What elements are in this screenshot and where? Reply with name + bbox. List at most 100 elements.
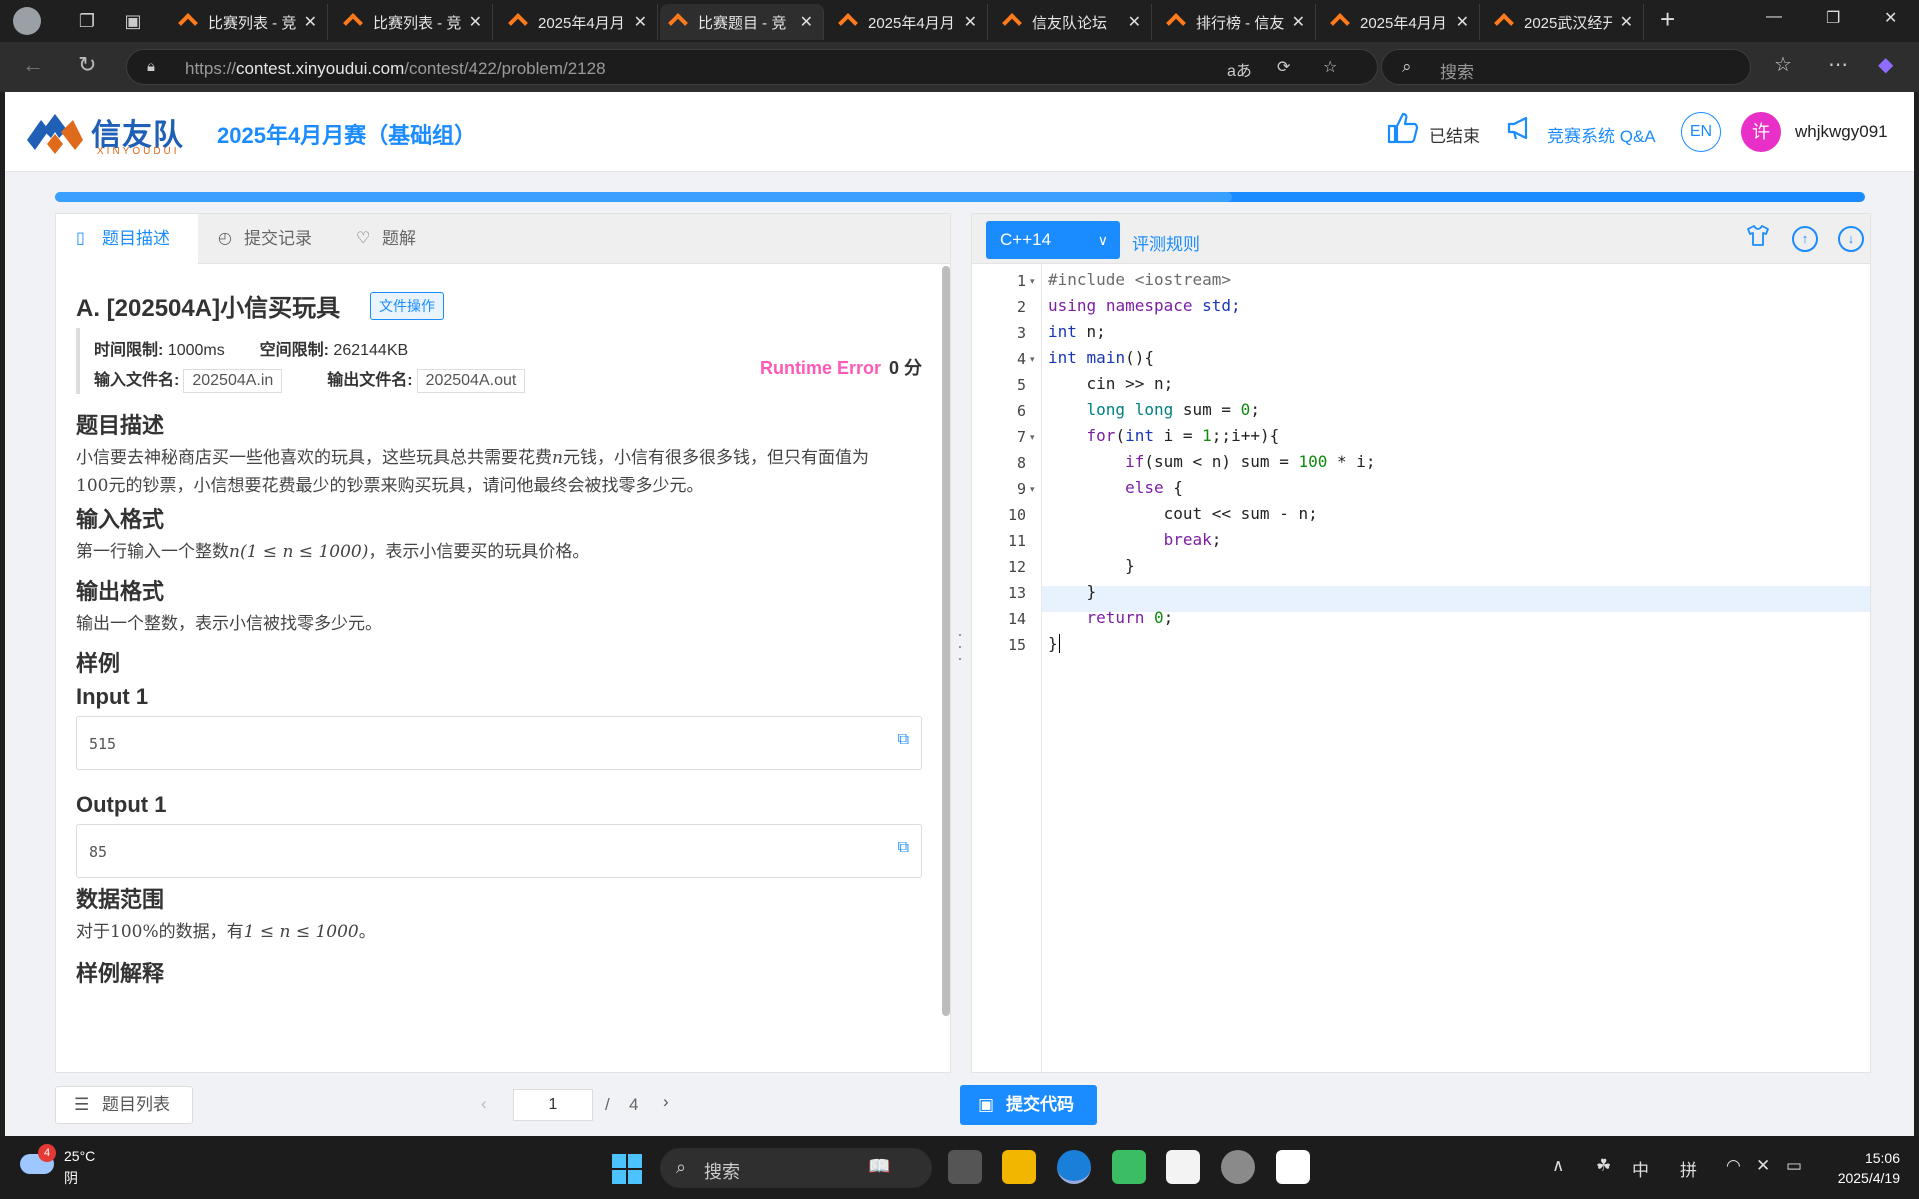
logo-mark-icon xyxy=(27,114,83,154)
input-format-text: 第一行输入一个整数n(1 ≤ n ≤ 1000)，表示小信要买的玩具价格。 xyxy=(76,542,590,562)
submission-result[interactable]: Runtime Error 0 分 xyxy=(760,354,922,380)
browser-tab[interactable]: 2025年4月月 ✕ xyxy=(1322,4,1480,40)
line-number: 9 xyxy=(1016,480,1026,498)
more-menu-icon[interactable]: ⋯ xyxy=(1828,52,1848,77)
browser-tab[interactable]: 比赛列表 - 竞 ✕ xyxy=(335,4,493,40)
refresh-icon[interactable]: ↻ xyxy=(78,52,96,78)
problem-title: A. [202504A]小信买玩具 xyxy=(76,295,341,322)
code-area[interactable]: #include <iostream> using namespace std;… xyxy=(1042,264,1870,1072)
restore-icon[interactable]: ❐ xyxy=(1826,8,1840,28)
username[interactable]: whjkwgy091 xyxy=(1795,122,1888,142)
microsoft-store-icon[interactable] xyxy=(1166,1150,1200,1184)
profile-avatar-icon[interactable] xyxy=(9,3,45,39)
wifi-icon[interactable]: ◠ xyxy=(1726,1156,1741,1176)
vertical-tabs-icon[interactable]: ▣ xyxy=(115,3,151,39)
copy-icon[interactable]: ⧉ xyxy=(898,839,909,857)
clock[interactable]: 15:06 2025/4/19 xyxy=(1828,1150,1900,1186)
workspaces-icon[interactable]: ❐ xyxy=(69,3,105,39)
copilot-icon[interactable]: ◆ xyxy=(1878,52,1893,77)
user-avatar[interactable]: 许 xyxy=(1741,112,1781,152)
tab-title: 比赛列表 - 竞 xyxy=(208,14,296,32)
close-tab-icon[interactable]: ✕ xyxy=(1292,12,1305,32)
browser-tab[interactable]: 比赛列表 - 竞 ✕ xyxy=(170,4,328,40)
language-select[interactable]: C++14 ∨ xyxy=(986,221,1120,259)
close-tab-icon[interactable]: ✕ xyxy=(1620,12,1633,32)
code-line: } xyxy=(1048,582,1097,601)
problem-content: A. [202504A]小信买玩具 文件操作 时间限制: 1000ms 空间限制… xyxy=(76,264,922,1072)
browser-tab[interactable]: 2025年4月月 ✕ xyxy=(830,4,988,40)
tray-app-icon[interactable]: ☘ xyxy=(1596,1156,1611,1176)
save-icon: ▣ xyxy=(978,1095,995,1114)
browser-tab[interactable]: 2025年4月月 ✕ xyxy=(500,4,658,40)
read-aloud-icon[interactable]: aあ xyxy=(1227,57,1252,81)
qq-app-icon[interactable] xyxy=(1276,1150,1310,1184)
language-toggle-button[interactable]: EN xyxy=(1681,112,1721,152)
browser-tab[interactable]: 排行榜 - 信友 ✕ xyxy=(1158,4,1316,40)
ime-mode[interactable]: 拼 xyxy=(1680,1156,1697,1181)
task-view-icon[interactable] xyxy=(948,1150,982,1184)
browser-tab[interactable]: 2025武汉经开 ✕ xyxy=(1486,4,1644,40)
contest-title[interactable]: 2025年4月月赛（基础组） xyxy=(217,118,476,150)
address-bar[interactable]: 🔒︎ https://contest.xinyoudui.com/contest… xyxy=(126,49,1378,85)
show-hidden-icons-icon[interactable]: ∧ xyxy=(1552,1156,1564,1176)
battery-icon[interactable]: ▭ xyxy=(1786,1156,1802,1176)
settings-gear-icon[interactable] xyxy=(1221,1150,1255,1184)
notes-app-icon[interactable] xyxy=(1112,1150,1146,1184)
close-tab-icon[interactable]: ✕ xyxy=(964,12,977,32)
code-line: using namespace std; xyxy=(1048,296,1241,315)
fold-arrow-icon[interactable]: ▾ xyxy=(1030,432,1035,443)
back-icon[interactable]: ← xyxy=(22,52,44,78)
close-tab-icon[interactable]: ✕ xyxy=(469,12,482,32)
line-number: 3 xyxy=(1016,324,1026,342)
favorite-star-icon[interactable]: ☆ xyxy=(1323,57,1337,77)
browser-tab[interactable]: 信友队论坛 ✕ xyxy=(994,4,1152,40)
chevron-down-icon: ∨ xyxy=(1097,232,1108,248)
fold-arrow-icon[interactable]: ▾ xyxy=(1030,276,1035,287)
problem-list-button[interactable]: ☰ 题目列表 xyxy=(55,1086,193,1124)
close-tab-icon[interactable]: ✕ xyxy=(1128,12,1141,32)
search-placeholder: 搜索 xyxy=(1440,63,1474,82)
file-explorer-icon[interactable] xyxy=(1002,1150,1036,1184)
ime-language[interactable]: 中 xyxy=(1632,1156,1649,1181)
start-icon[interactable] xyxy=(612,1154,642,1184)
problem-scrollbar[interactable] xyxy=(942,266,950,1016)
favorites-icon[interactable]: ☆ xyxy=(1774,52,1792,77)
xinyoudui-favicon-icon xyxy=(840,14,858,30)
site-logo[interactable]: 信友队 XINYOUDUI xyxy=(27,106,197,158)
tab-title: 2025武汉经开 xyxy=(1524,14,1612,32)
refresh-page-icon[interactable]: ⟳ xyxy=(1277,57,1290,77)
submit-code-button[interactable]: ▣ 提交代码 xyxy=(960,1085,1097,1125)
fold-arrow-icon[interactable]: ▾ xyxy=(1030,354,1035,365)
volume-muted-icon[interactable]: ✕ xyxy=(1756,1156,1770,1176)
taskbar-search[interactable]: ⌕ 搜索 📖 xyxy=(660,1148,932,1188)
close-tab-icon[interactable]: ✕ xyxy=(304,12,317,32)
close-window-icon[interactable]: ✕ xyxy=(1884,8,1897,28)
close-tab-icon[interactable]: ✕ xyxy=(634,12,647,32)
close-tab-icon[interactable]: ✕ xyxy=(800,12,813,32)
theme-shirt-icon[interactable] xyxy=(1746,224,1770,252)
qa-link[interactable]: 竞赛系统 Q&A xyxy=(1547,122,1656,147)
panel-resize-handle[interactable]: · · · xyxy=(957,625,963,667)
sample-heading: 样例 xyxy=(76,651,121,676)
next-page-icon[interactable]: › xyxy=(663,1092,669,1112)
line-number: 13 xyxy=(1007,584,1026,602)
close-tab-icon[interactable]: ✕ xyxy=(1456,12,1469,32)
upload-icon[interactable]: ↑ xyxy=(1792,226,1818,252)
judge-rules-link[interactable]: 评测规则 xyxy=(1132,230,1200,255)
page-number-input[interactable]: 1 xyxy=(513,1089,593,1121)
tab-description[interactable]: ▯ 题目描述 xyxy=(56,214,198,264)
copy-icon[interactable]: ⧉ xyxy=(898,731,909,749)
tab-solutions[interactable]: ♡ 题解 xyxy=(336,214,456,264)
minimize-icon[interactable]: — xyxy=(1766,8,1782,26)
edge-browser-icon[interactable] xyxy=(1057,1150,1091,1184)
tab-submissions[interactable]: ◴ 提交记录 xyxy=(198,214,336,264)
new-tab-icon[interactable]: + xyxy=(1660,4,1675,35)
logo-subtext: XINYOUDUI xyxy=(97,146,180,157)
previous-page-icon[interactable]: ‹ xyxy=(481,1094,487,1114)
line-number-gutter: 1 ▾ 2 3 4 ▾ 5 6 7 ▾ 8 9 ▾ 10 11 12 13 14 15 xyxy=(972,264,1042,1072)
browser-search-box[interactable]: ⌕ 搜索 xyxy=(1381,49,1751,85)
sample-input-box: 515 ⧉ xyxy=(76,716,922,770)
download-icon[interactable]: ↓ xyxy=(1838,226,1864,252)
browser-tab-active[interactable]: 比赛题目 - 竞 ✕ xyxy=(660,4,824,40)
fold-arrow-icon[interactable]: ▾ xyxy=(1030,484,1035,495)
